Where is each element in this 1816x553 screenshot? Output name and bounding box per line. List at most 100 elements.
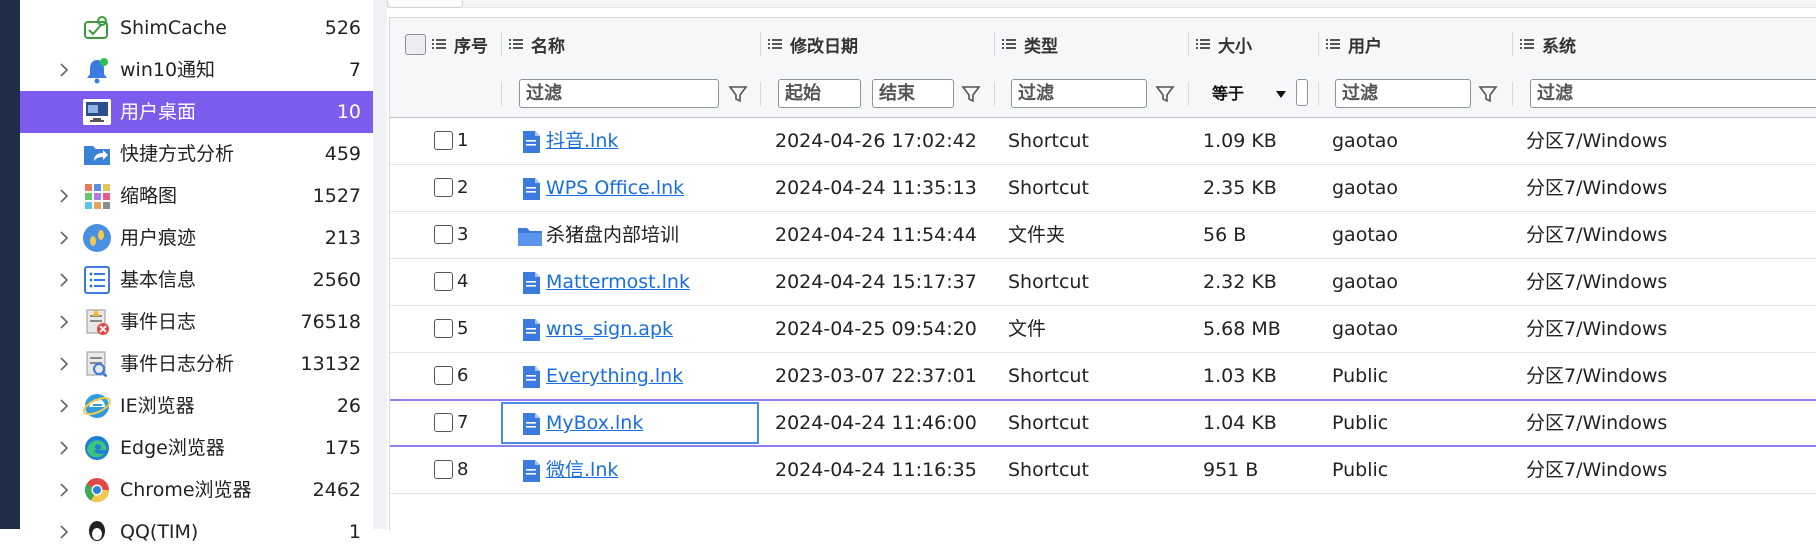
sidebar-item-label: 快捷方式分析: [120, 143, 235, 165]
row-checkbox[interactable]: [434, 225, 453, 244]
sidebar-item-chrome-browser[interactable]: Chrome浏览器 2462: [20, 469, 373, 511]
column-menu-icon[interactable]: [1520, 38, 1534, 50]
row-checkbox[interactable]: [434, 460, 453, 479]
table-row[interactable]: 6 Everything.lnk 2023-03-07 22:37:01 Sho…: [390, 353, 1816, 400]
modified-date: 2024-04-24 15:17:37: [775, 271, 977, 293]
size-operator-select[interactable]: 等于: [1212, 79, 1244, 108]
column-resize-handle[interactable]: [994, 82, 995, 106]
row-checkbox[interactable]: [434, 178, 453, 197]
file-name-link[interactable]: Mattermost.lnk: [546, 259, 690, 305]
row-index: 7: [457, 412, 469, 433]
file-icon: [520, 177, 542, 201]
column-resize-handle[interactable]: [1318, 82, 1319, 106]
file-name-link[interactable]: wns_sign.apk: [546, 306, 673, 352]
column-resize-handle[interactable]: [1188, 82, 1189, 106]
column-resize-handle[interactable]: [1318, 32, 1319, 56]
row-checkbox[interactable]: [434, 131, 453, 150]
app-left-strip: [0, 0, 20, 529]
chevron-right-icon[interactable]: [56, 62, 72, 78]
chevron-right-icon[interactable]: [56, 524, 72, 540]
header-system[interactable]: 系统: [1520, 18, 1576, 70]
modified-date: 2024-04-24 11:16:35: [775, 459, 977, 481]
sidebar-item-basic-info[interactable]: 基本信息 2560: [20, 259, 373, 301]
sidebar-item-user-desktop[interactable]: 用户桌面 10: [20, 91, 373, 133]
column-resize-handle[interactable]: [1188, 32, 1189, 56]
chevron-right-icon[interactable]: [56, 230, 72, 246]
column-resize-handle[interactable]: [760, 32, 761, 56]
file-name-link[interactable]: MyBox.lnk: [546, 401, 643, 447]
column-menu-icon[interactable]: [1196, 38, 1210, 50]
column-resize-handle[interactable]: [501, 82, 502, 106]
folder-name[interactable]: 杀猪盘内部培训: [546, 212, 679, 258]
header-name[interactable]: 名称: [509, 18, 565, 70]
sidebar-item-event-log-analysis[interactable]: 事件日志分析 13132: [20, 343, 373, 385]
file-name-link[interactable]: 抖音.lnk: [546, 118, 618, 164]
file-name-link[interactable]: 微信.lnk: [546, 447, 618, 493]
date-start-filter-input[interactable]: [778, 79, 861, 108]
filter-funnel-icon[interactable]: [1478, 84, 1498, 104]
modified-date: 2024-04-25 09:54:20: [775, 318, 977, 340]
file-name-link[interactable]: Everything.lnk: [546, 353, 683, 399]
header-index[interactable]: 序号: [432, 18, 488, 70]
row-checkbox[interactable]: [434, 413, 453, 432]
file-name-link[interactable]: WPS Office.lnk: [546, 165, 684, 211]
chevron-right-icon[interactable]: [56, 272, 72, 288]
system-filter-input[interactable]: [1530, 79, 1816, 108]
chevron-down-icon[interactable]: [1275, 88, 1287, 100]
header-size[interactable]: 大小: [1196, 18, 1252, 70]
table-row[interactable]: 3 杀猪盘内部培训 2024-04-24 11:54:44 文件夹 56 B g…: [390, 212, 1816, 259]
sidebar-item-qq[interactable]: QQ(TIM) 1: [20, 511, 373, 553]
sidebar-item-user-traces[interactable]: 用户痕迹 213: [20, 217, 373, 259]
chevron-right-icon[interactable]: [56, 356, 72, 372]
chevron-right-icon[interactable]: [56, 398, 72, 414]
header-select-all[interactable]: [405, 18, 426, 70]
table-row[interactable]: 1 抖音.lnk 2024-04-26 17:02:42 Shortcut 1.…: [390, 118, 1816, 165]
header-user[interactable]: 用户: [1326, 18, 1382, 70]
table-row-selected[interactable]: 7 MyBox.lnk 2024-04-24 11:46:00 Shortcut…: [390, 399, 1816, 447]
sidebar-item-edge-browser[interactable]: Edge浏览器 175: [20, 427, 373, 469]
info-list-icon: [82, 265, 112, 295]
row-checkbox[interactable]: [434, 366, 453, 385]
table-row[interactable]: 5 wns_sign.apk 2024-04-25 09:54:20 文件 5.…: [390, 306, 1816, 353]
column-resize-handle[interactable]: [1512, 32, 1513, 56]
column-menu-icon[interactable]: [432, 38, 446, 50]
toolbar-button[interactable]: [387, 0, 463, 8]
table-row[interactable]: 2 WPS Office.lnk 2024-04-24 11:35:13 Sho…: [390, 165, 1816, 212]
column-menu-icon[interactable]: [1326, 38, 1340, 50]
chrome-browser-icon: [82, 475, 112, 505]
filter-funnel-icon[interactable]: [1155, 84, 1175, 104]
sidebar-item-event-log[interactable]: 事件日志 76518: [20, 301, 373, 343]
date-end-filter-input[interactable]: [872, 79, 954, 108]
column-resize-handle[interactable]: [994, 32, 995, 56]
filter-funnel-icon[interactable]: [961, 84, 981, 104]
column-menu-icon[interactable]: [768, 38, 782, 50]
sidebar-item-win10-notification[interactable]: win10通知 7: [20, 49, 373, 91]
name-filter-input[interactable]: [519, 79, 719, 108]
chevron-right-icon[interactable]: [56, 440, 72, 456]
select-all-checkbox[interactable]: [405, 33, 426, 55]
chevron-right-icon[interactable]: [56, 188, 72, 204]
panel-divider[interactable]: [373, 0, 387, 529]
column-menu-icon[interactable]: [509, 38, 523, 50]
user-filter-input[interactable]: [1335, 79, 1471, 108]
table-row[interactable]: 4 Mattermost.lnk 2024-04-24 15:17:37 Sho…: [390, 259, 1816, 306]
sidebar-item-shortcut-analysis[interactable]: 快捷方式分析 459: [20, 133, 373, 175]
filter-funnel-icon[interactable]: [728, 84, 748, 104]
size-value-input[interactable]: [1296, 79, 1308, 106]
table-row[interactable]: 8 微信.lnk 2024-04-24 11:16:35 Shortcut 95…: [390, 447, 1816, 494]
column-resize-handle[interactable]: [501, 32, 502, 56]
header-modified[interactable]: 修改日期: [768, 18, 858, 70]
type-filter-input[interactable]: [1011, 79, 1147, 108]
sidebar-item-shimcache[interactable]: ShimCache 526: [20, 7, 373, 49]
chevron-right-icon[interactable]: [56, 314, 72, 330]
sidebar-item-label: IE浏览器: [120, 395, 195, 417]
sidebar-item-ie-browser[interactable]: IE浏览器 26: [20, 385, 373, 427]
column-menu-icon[interactable]: [1002, 38, 1016, 50]
header-type[interactable]: 类型: [1002, 18, 1058, 70]
row-checkbox[interactable]: [434, 319, 453, 338]
row-checkbox[interactable]: [434, 272, 453, 291]
chevron-right-icon[interactable]: [56, 482, 72, 498]
sidebar-item-thumbnails[interactable]: 缩略图 1527: [20, 175, 373, 217]
column-resize-handle[interactable]: [1512, 82, 1513, 106]
column-resize-handle[interactable]: [760, 82, 761, 106]
